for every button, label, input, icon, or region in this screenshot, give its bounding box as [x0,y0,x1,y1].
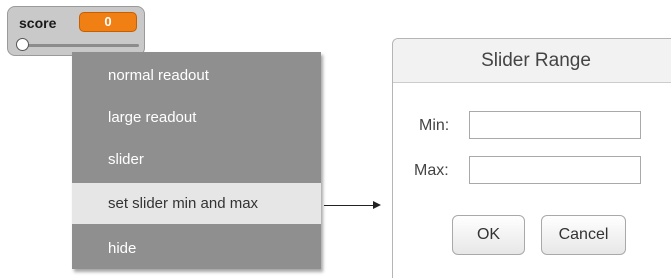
slider-range-dialog: Slider Range Min: Max: OK Cancel [392,38,671,278]
slider-knob[interactable] [16,38,29,51]
context-menu: normal readout large readout slider set … [72,52,321,269]
menu-item-slider[interactable]: slider [72,139,321,180]
ok-button[interactable]: OK [452,215,525,255]
arrow-head [373,201,381,209]
menu-item-set-slider-min-max[interactable]: set slider min and max [72,183,321,224]
dialog-title: Slider Range [481,50,591,71]
max-field[interactable] [469,156,641,184]
watcher-value-readout: 0 [79,12,137,32]
slider-track[interactable] [22,44,139,47]
cancel-button[interactable]: Cancel [541,215,626,255]
menu-item-hide[interactable]: hide [72,228,321,269]
watcher-label: score [19,15,57,31]
menu-item-normal-readout[interactable]: normal readout [72,55,321,96]
variable-watcher[interactable]: score 0 [7,6,145,56]
max-label: Max: [414,162,449,179]
menu-item-large-readout[interactable]: large readout [72,97,321,138]
min-field[interactable] [469,111,641,139]
dialog-titlebar: Slider Range [393,39,671,83]
arrow-line [324,205,374,206]
min-label: Min: [419,117,450,134]
